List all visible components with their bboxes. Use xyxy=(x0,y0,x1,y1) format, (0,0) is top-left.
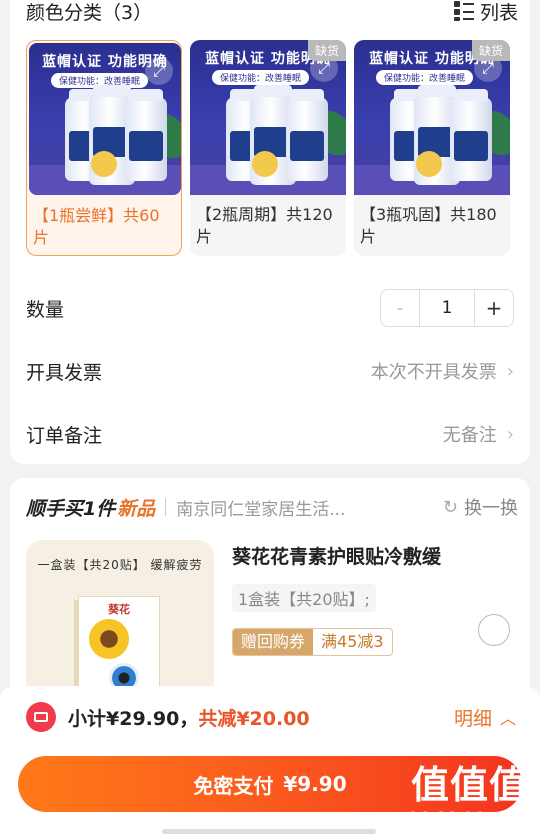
list-view-toggle[interactable]: 列表 xyxy=(453,0,518,25)
addon-product-image[interactable]: 一盒装【共20贴】 缓解疲劳 葵花 xyxy=(26,540,214,708)
quantity-plus-button[interactable]: + xyxy=(475,290,513,326)
variant-option-1[interactable]: 蓝帽认证 功能明确 保健功能：改善睡眠 ⤢ 【1瓶尝鲜】共60片 xyxy=(26,40,182,256)
coupon-icon xyxy=(26,702,56,732)
variant-option-2[interactable]: 蓝帽认证 功能明确 保健功能：改善睡眠 ⤢ 缺货 【2瓶周期】共120片 xyxy=(190,40,346,256)
variant-label: 【3瓶巩固】共180片 xyxy=(360,205,497,246)
variant-label: 【1瓶尝鲜】共60片 xyxy=(33,206,160,247)
moon-graphic xyxy=(252,151,278,177)
variant-image-subtitle: 保健功能：改善睡眠 xyxy=(212,70,310,85)
list-view-label: 列表 xyxy=(479,1,518,24)
addon-title-accent: 新品 xyxy=(117,497,156,520)
sunflower-graphic xyxy=(89,619,129,659)
quantity-label: 数量 xyxy=(26,298,65,321)
variant-label: 【2瓶周期】共120片 xyxy=(196,205,333,246)
addon-card: 顺手买1件 新品 南京同仁堂家居生活... ↻ 换一换 一盒装【共20贴】 缓解… xyxy=(10,478,530,708)
addon-select-radio[interactable] xyxy=(478,614,510,646)
order-note-label: 订单备注 xyxy=(26,424,103,447)
chevron-right-icon: › xyxy=(506,423,514,445)
pay-label: 免密支付 xyxy=(193,773,274,798)
invoice-label: 开具发票 xyxy=(26,361,103,384)
summary-row: 小计¥29.90， 共减¥20.00 明细 ︿ xyxy=(26,702,516,732)
addon-store-name[interactable]: 南京同仁堂家居生活... xyxy=(176,495,443,520)
quantity-stepper: - 1 + xyxy=(380,289,514,327)
checkout-bar: 小计¥29.90， 共减¥20.00 明细 ︿ 免密支付 ¥9.90 xyxy=(0,686,540,837)
swap-button[interactable]: ↻ 换一换 xyxy=(443,494,518,520)
variant-image: 蓝帽认证 功能明确 保健功能：改善睡眠 ⤢ xyxy=(29,43,181,195)
zoom-icon[interactable]: ⤢ xyxy=(145,57,173,85)
refresh-icon: ↻ xyxy=(442,496,458,518)
chevron-right-icon: › xyxy=(506,360,514,382)
addon-product-name[interactable]: 葵花花青素护眼贴冷敷缓 xyxy=(232,542,441,569)
out-of-stock-badge: 缺货 xyxy=(471,40,510,61)
quantity-value[interactable]: 1 xyxy=(419,290,475,326)
addon-header: 顺手买1件 新品 南京同仁堂家居生活... ↻ 换一换 xyxy=(26,494,518,520)
pay-button[interactable]: 免密支付 ¥9.90 xyxy=(18,756,522,812)
coupon-value: 满45减3 xyxy=(321,632,384,651)
discount-total: 共减¥20.00 xyxy=(198,707,310,730)
subtotal: 小计¥29.90， xyxy=(68,707,199,730)
detail-toggle[interactable]: 明细 ︿ xyxy=(454,704,516,731)
addon-title: 顺手买1件 xyxy=(26,497,116,520)
pay-amount: ¥9.90 xyxy=(283,772,347,796)
out-of-stock-badge: 缺货 xyxy=(307,40,346,61)
product-image-caption: 一盒装【共20贴】 缓解疲劳 xyxy=(37,558,203,572)
list-view-icon xyxy=(453,1,474,21)
moon-graphic xyxy=(91,151,117,177)
variants-header: 颜色分类（3） 列表 xyxy=(26,0,518,24)
coupon-tag: 赠回购券 xyxy=(233,629,314,655)
variant-option-3[interactable]: 蓝帽认证 功能明确 保健功能：改善睡眠 ⤢ 缺货 【3瓶巩固】共180片 xyxy=(354,40,510,256)
chevron-up-icon: ︿ xyxy=(499,709,516,728)
invoice-row[interactable]: 开具发票 本次不开具发票 › xyxy=(26,356,514,386)
quantity-minus-button[interactable]: - xyxy=(381,290,419,326)
variant-image: 蓝帽认证 功能明确 保健功能：改善睡眠 ⤢ 缺货 xyxy=(190,40,346,195)
order-note-value: 无备注 xyxy=(442,425,497,446)
coupon-badge: 赠回购券 满45减3 xyxy=(232,628,393,656)
moon-graphic xyxy=(416,151,442,177)
variant-image: 蓝帽认证 功能明确 保健功能：改善睡眠 ⤢ 缺货 xyxy=(354,40,510,195)
detail-label: 明细 xyxy=(453,707,492,730)
addon-product-spec[interactable]: 1盒装【共20贴】; xyxy=(232,584,376,612)
swap-label: 换一换 xyxy=(464,498,518,519)
variants-title: 颜色分类（3） xyxy=(26,1,153,24)
quantity-row: 数量 - 1 + xyxy=(26,288,514,328)
product-box-brand: 葵花 xyxy=(108,603,130,616)
order-note-row[interactable]: 订单备注 无备注 › xyxy=(26,419,514,449)
invoice-value: 本次不开具发票 xyxy=(370,362,497,383)
variant-image-subtitle: 保健功能：改善睡眠 xyxy=(376,70,474,85)
home-indicator xyxy=(162,829,376,834)
